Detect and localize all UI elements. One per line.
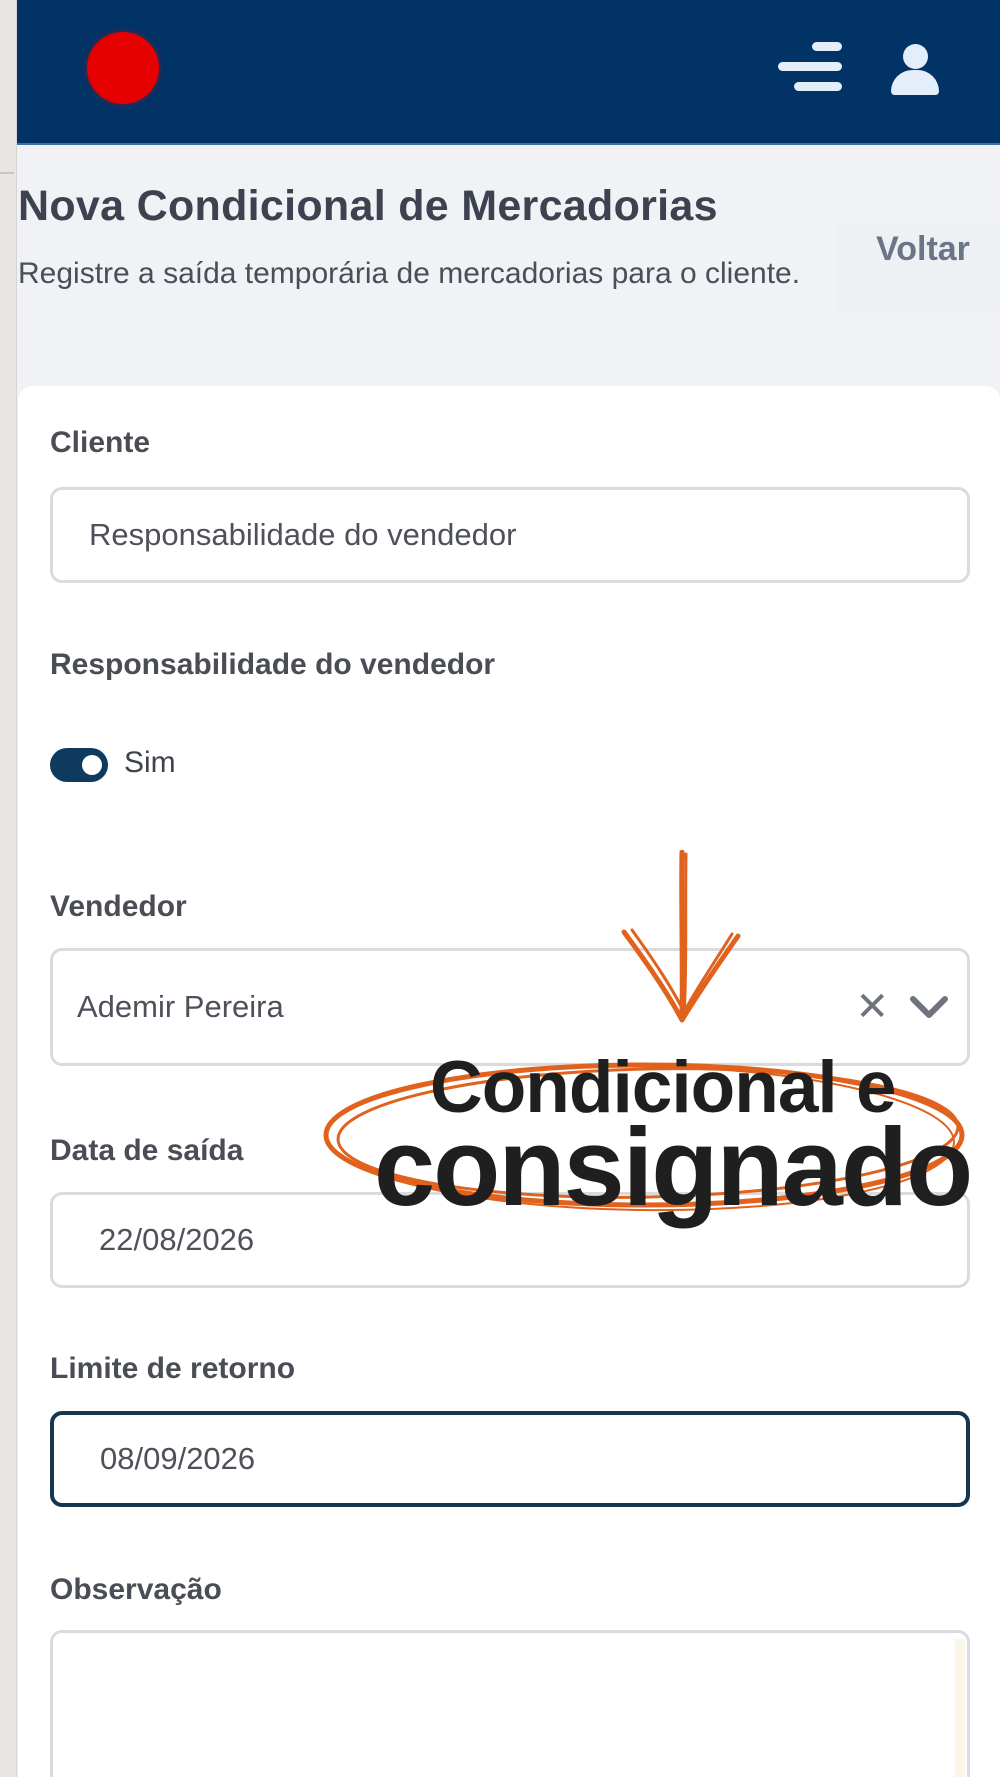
top-navbar [17, 0, 1000, 145]
cliente-value: Responsabilidade do vendedor [89, 517, 517, 552]
limite-retorno-value: 08/09/2026 [100, 1441, 256, 1476]
back-button[interactable]: Voltar [838, 222, 1000, 312]
vendedor-label: Vendedor [50, 890, 187, 923]
logo[interactable] [87, 32, 159, 104]
limite-retorno-label: Limite de retorno [50, 1352, 296, 1385]
cliente-input[interactable]: Responsabilidade do vendedor [50, 487, 970, 583]
limite-retorno-input[interactable]: 08/09/2026 [50, 1411, 970, 1507]
cliente-label: Cliente [50, 426, 151, 459]
clear-icon[interactable]: ✕ [855, 984, 889, 1030]
vendedor-value: Ademir Pereira [77, 989, 284, 1024]
page-title: Nova Condicional de Mercadorias [18, 182, 718, 230]
annotation-arrow-icon [621, 850, 741, 1023]
page-subtitle: Registre a saída temporária de mercadori… [18, 257, 801, 290]
back-button-label: Voltar [876, 229, 970, 268]
user-icon[interactable] [887, 40, 943, 98]
responsabilidade-label: Responsabilidade do vendedor [50, 648, 496, 681]
menu-icon[interactable] [774, 40, 842, 96]
left-edge-strip [0, 0, 17, 1777]
observacao-textarea[interactable] [50, 1630, 970, 1777]
data-saida-value: 22/08/2026 [99, 1222, 255, 1257]
observacao-label: Observação [50, 1573, 222, 1606]
annotation-text-line2: consignado [374, 1106, 973, 1229]
toggle-knob [82, 755, 102, 775]
data-saida-label: Data de saída [50, 1134, 244, 1167]
chevron-down-icon[interactable] [909, 987, 949, 1027]
responsabilidade-toggle[interactable] [50, 748, 108, 782]
responsabilidade-toggle-label: Sim [124, 746, 176, 779]
